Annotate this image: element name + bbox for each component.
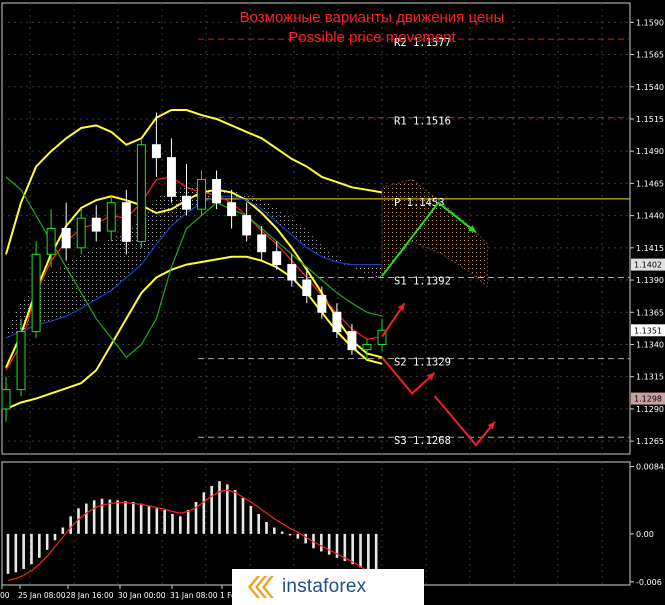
chart-canvas: R2 1.1577R1 1.1516P 1.1453S1 1.1392S2 1.…: [0, 2, 665, 600]
chart-title-en: Possible price movement: [288, 29, 456, 46]
x-tick-label: 30 Jan 00:00: [118, 591, 166, 600]
candle-body: [61, 228, 71, 249]
y-tick-label: 1.1490: [636, 147, 664, 156]
y-tick-label: 1.1390: [636, 276, 664, 285]
pivot-level-label: S2 1.1329: [394, 357, 451, 369]
brand-name: instaforex: [282, 576, 367, 597]
pivot-level-label: R1 1.1516: [394, 116, 451, 128]
y-tick-label: 1.1590: [636, 18, 664, 27]
price-tag-label: 1.1402: [634, 261, 662, 270]
candle-body: [31, 253, 41, 333]
candle-body: [257, 234, 267, 253]
price-panel: R2 1.1577R1 1.1516P 1.1453S1 1.1392S2 1.…: [1, 2, 631, 455]
y-tick-label: 1.1340: [636, 340, 664, 349]
oscillator-y-tick-label: 0.00: [636, 530, 654, 539]
oscillator-y-tick-label: 0.00843: [636, 463, 665, 472]
candle-body: [272, 251, 282, 266]
y-tick-label: 1.1365: [636, 308, 664, 317]
chart-title-ru: Возможные варианты движения цены: [240, 9, 505, 26]
candle-body: [182, 195, 191, 210]
y-tick-label: 1.1415: [636, 244, 664, 253]
pivot-level-label: P 1.1453: [394, 197, 445, 209]
candle-body: [76, 217, 86, 249]
y-tick-label: 1.1315: [636, 373, 664, 382]
y-tick-label: 1.1465: [636, 179, 664, 188]
x-tick-label: 25 Jan 08:00: [18, 591, 66, 600]
oscillator-y-tick-label: -0.006: [636, 578, 662, 587]
candle-body: [302, 279, 312, 297]
y-tick-label: 1.1540: [636, 83, 664, 92]
x-tick-label: 28 Jan 16:00: [66, 591, 114, 600]
candle-body: [227, 202, 237, 217]
candle-body: [46, 228, 56, 255]
candle-body: [242, 215, 252, 236]
x-tick-label: 31 Jan 08:00: [170, 591, 218, 600]
candle-body: [16, 331, 26, 391]
candle-body: [287, 264, 297, 281]
pivot-level-label: S1 1.1392: [394, 275, 451, 287]
x-tick-label: 00: [0, 591, 10, 600]
oscillator-panel: [1, 461, 631, 586]
candle-body: [317, 295, 327, 313]
pivot-level-label: S3 1.1268: [394, 435, 451, 447]
candle-body: [151, 144, 161, 159]
candle-body: [1, 389, 11, 410]
y-tick-label: 1.1265: [636, 437, 664, 446]
instaforex-logo: instaforex: [232, 569, 424, 605]
candle-body: [362, 343, 372, 351]
price-tag-label: 1.1298: [634, 395, 662, 404]
oscillator-panel-frame: [1, 461, 631, 586]
candle-body: [332, 311, 342, 333]
y-tick-label: 1.1565: [636, 51, 664, 60]
candle-body: [106, 202, 116, 232]
candle-body: [197, 179, 206, 210]
ichimoku-cloud-forecast: [381, 179, 488, 288]
instaforex-logo-icon: [248, 576, 274, 598]
price-tag-label: 1.1351: [634, 326, 662, 335]
candle-body: [166, 157, 176, 197]
candle-body: [347, 331, 357, 351]
candle-body: [121, 202, 131, 242]
candle-body: [136, 144, 146, 242]
candle-body: [91, 217, 101, 232]
y-tick-label: 1.1290: [636, 405, 664, 414]
y-tick-label: 1.1515: [636, 115, 664, 124]
candle-body: [212, 179, 222, 204]
y-tick-label: 1.1440: [636, 212, 664, 221]
